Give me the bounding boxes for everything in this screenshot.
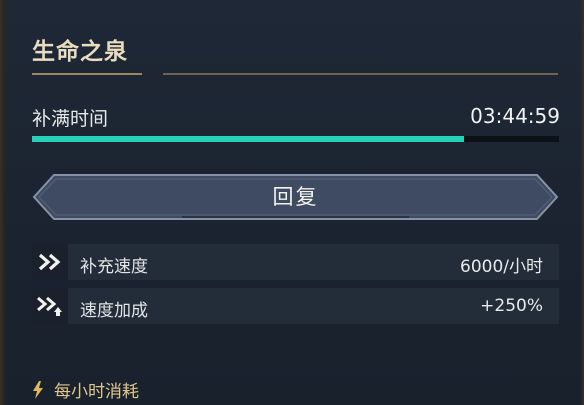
refill-time-value: 03:44:59	[470, 104, 560, 128]
refill-progress-fill	[32, 136, 465, 142]
lightning-icon	[33, 380, 43, 399]
hourly-cost-label: 每小时消耗	[54, 382, 139, 402]
stat-label: 速度加成	[80, 301, 148, 321]
panel-left-edge	[0, 0, 6, 405]
title-divider	[32, 73, 558, 75]
panel-right-edge	[580, 0, 584, 405]
hourly-cost-header: 每小时消耗	[32, 377, 139, 402]
stat-value: 6000/小时	[460, 257, 543, 277]
speed-boost-icon	[32, 288, 68, 324]
panel-title: 生命之泉	[32, 39, 128, 65]
stat-row-refill-speed: 补充速度 6000/小时	[32, 244, 559, 280]
stat-row-speed-bonus: 速度加成 +250%	[32, 288, 559, 324]
stat-label: 补充速度	[80, 257, 148, 277]
restore-button[interactable]: 回复	[32, 173, 559, 221]
double-chevron-icon	[32, 244, 68, 280]
refill-progress-bar	[32, 136, 559, 142]
title-divider-line	[163, 73, 558, 75]
stat-value: +250%	[480, 296, 543, 316]
refill-time-label: 补满时间	[32, 108, 109, 130]
fountain-of-life-panel: 生命之泉 补满时间 03:44:59 回复 补充速度 6000/小时 速度加成 …	[0, 0, 584, 405]
title-divider-accent	[32, 73, 142, 75]
restore-button-label[interactable]: 回复	[32, 173, 559, 221]
